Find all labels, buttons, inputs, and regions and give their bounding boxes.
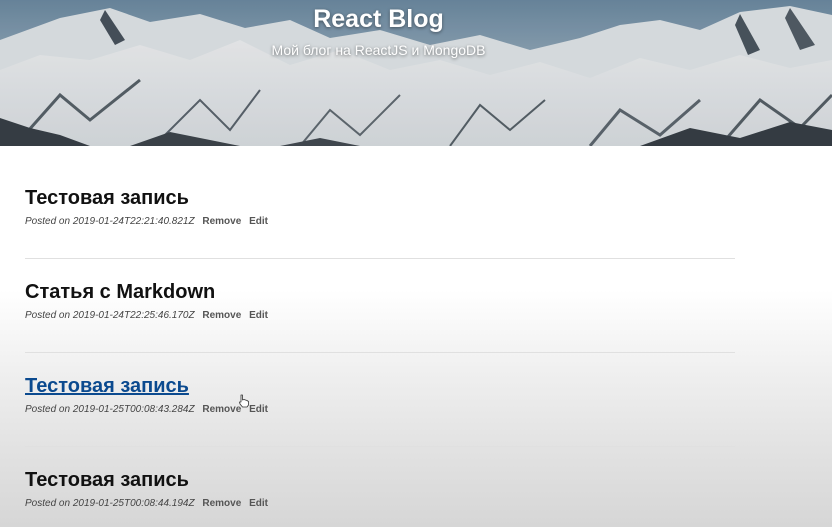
post-date: 2019-01-25T00:08:43.284Z [72,404,195,415]
post-date: 2019-01-25T00:08:44.194Z [72,498,195,509]
posted-prefix: Posted on [25,216,71,227]
remove-button[interactable]: Remove [202,404,241,415]
post-item: Тестовая запись Posted on 2019-01-25T00:… [25,468,735,511]
edit-button[interactable]: Edit [249,310,268,321]
post-title[interactable]: Статья с Markdown [25,280,215,304]
post-divider [25,446,735,447]
site-subtitle: Мой блог на ReactJS и MongoDB [271,42,486,58]
site-header: React Blog Мой блог на ReactJS и MongoDB [0,0,832,146]
posted-prefix: Posted on [25,498,71,509]
post-date: 2019-01-24T22:21:40.821Z [72,216,195,227]
remove-button[interactable]: Remove [202,498,241,509]
remove-button[interactable]: Remove [202,216,241,227]
edit-button[interactable]: Edit [249,216,268,227]
post-item: Тестовая запись Posted on 2019-01-25T00:… [25,374,735,417]
post-date: 2019-01-24T22:25:46.170Z [72,310,195,321]
edit-button[interactable]: Edit [249,498,268,509]
post-item: Тестовая запись Posted on 2019-01-24T22:… [25,186,735,229]
edit-button[interactable]: Edit [249,404,268,415]
page: React Blog Мой блог на ReactJS и MongoDB… [0,0,832,527]
post-divider [25,258,735,259]
posted-prefix: Posted on [25,404,71,415]
post-title[interactable]: Тестовая запись [25,186,189,210]
hand-pointer-icon [239,394,249,408]
post-meta: Posted on 2019-01-25T00:08:43.284Z Remov… [25,403,735,417]
site-title[interactable]: React Blog [0,5,757,34]
post-meta: Posted on 2019-01-24T22:25:46.170Z Remov… [25,309,735,323]
post-meta: Posted on 2019-01-25T00:08:44.194Z Remov… [25,497,735,511]
post-title[interactable]: Тестовая запись [25,468,189,492]
post-divider [25,352,735,353]
post-item: Статья с Markdown Posted on 2019-01-24T2… [25,280,735,323]
post-title[interactable]: Тестовая запись [25,374,189,398]
posted-prefix: Posted on [25,310,71,321]
remove-button[interactable]: Remove [202,310,241,321]
post-meta: Posted on 2019-01-24T22:21:40.821Z Remov… [25,215,735,229]
